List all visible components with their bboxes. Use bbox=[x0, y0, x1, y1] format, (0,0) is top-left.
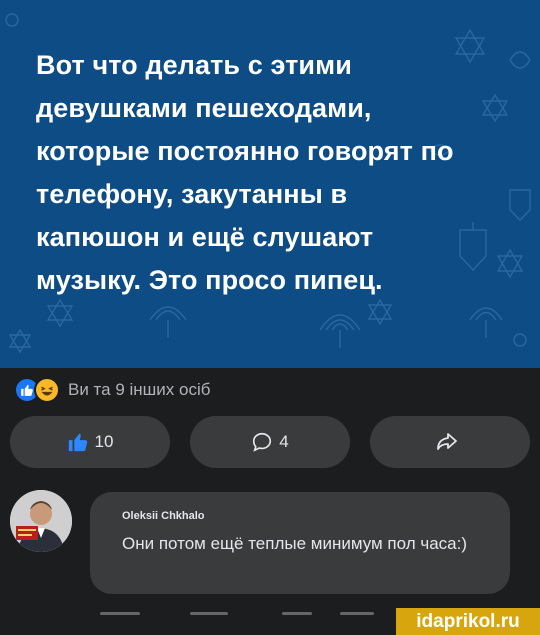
reactions-text: Ви та 9 інших осіб bbox=[68, 380, 211, 399]
divider bbox=[282, 612, 312, 615]
post-card: Вот что делать с этими девушками пешеход… bbox=[0, 0, 540, 368]
comment-bubble[interactable]: Oleksii Chkhalo Они потом ещё теплые мин… bbox=[90, 492, 510, 594]
post-text-line: телефону, закутанны в bbox=[36, 179, 348, 209]
like-icon bbox=[67, 431, 89, 453]
watermark: idaprikol.ru bbox=[396, 608, 540, 635]
like-count: 10 bbox=[94, 432, 114, 451]
post-text-line: Вот что делать с этими bbox=[36, 50, 352, 80]
divider bbox=[100, 612, 140, 615]
share-arrow-icon bbox=[435, 430, 459, 454]
like-button[interactable]: 10 bbox=[10, 416, 170, 468]
post-text-line: музыку. Это просо пипец. bbox=[36, 265, 383, 295]
comment-button[interactable]: 4 bbox=[190, 416, 350, 468]
comment-count: 4 bbox=[279, 432, 289, 451]
share-button[interactable] bbox=[370, 416, 530, 468]
post-text-line: которые постоянно говорят по bbox=[36, 136, 454, 166]
post-text-line: девушками пешеходами, bbox=[36, 93, 372, 123]
post-text: Вот что делать с этими девушками пешеход… bbox=[36, 44, 506, 302]
comment-author[interactable]: Oleksii Chkhalo bbox=[122, 510, 205, 522]
post-text-line: капюшон и ещё слушают bbox=[36, 222, 374, 252]
reactions-summary[interactable]: Ви та 9 інших осіб bbox=[14, 376, 211, 404]
divider bbox=[340, 612, 374, 615]
avatar[interactable] bbox=[10, 490, 72, 552]
avatar-photo bbox=[10, 490, 72, 552]
divider bbox=[190, 612, 228, 615]
comment-text: Они потом ещё теплые минимум пол часа:) bbox=[122, 534, 468, 553]
comment-icon bbox=[251, 431, 273, 453]
haha-emoji-icon bbox=[34, 377, 60, 403]
